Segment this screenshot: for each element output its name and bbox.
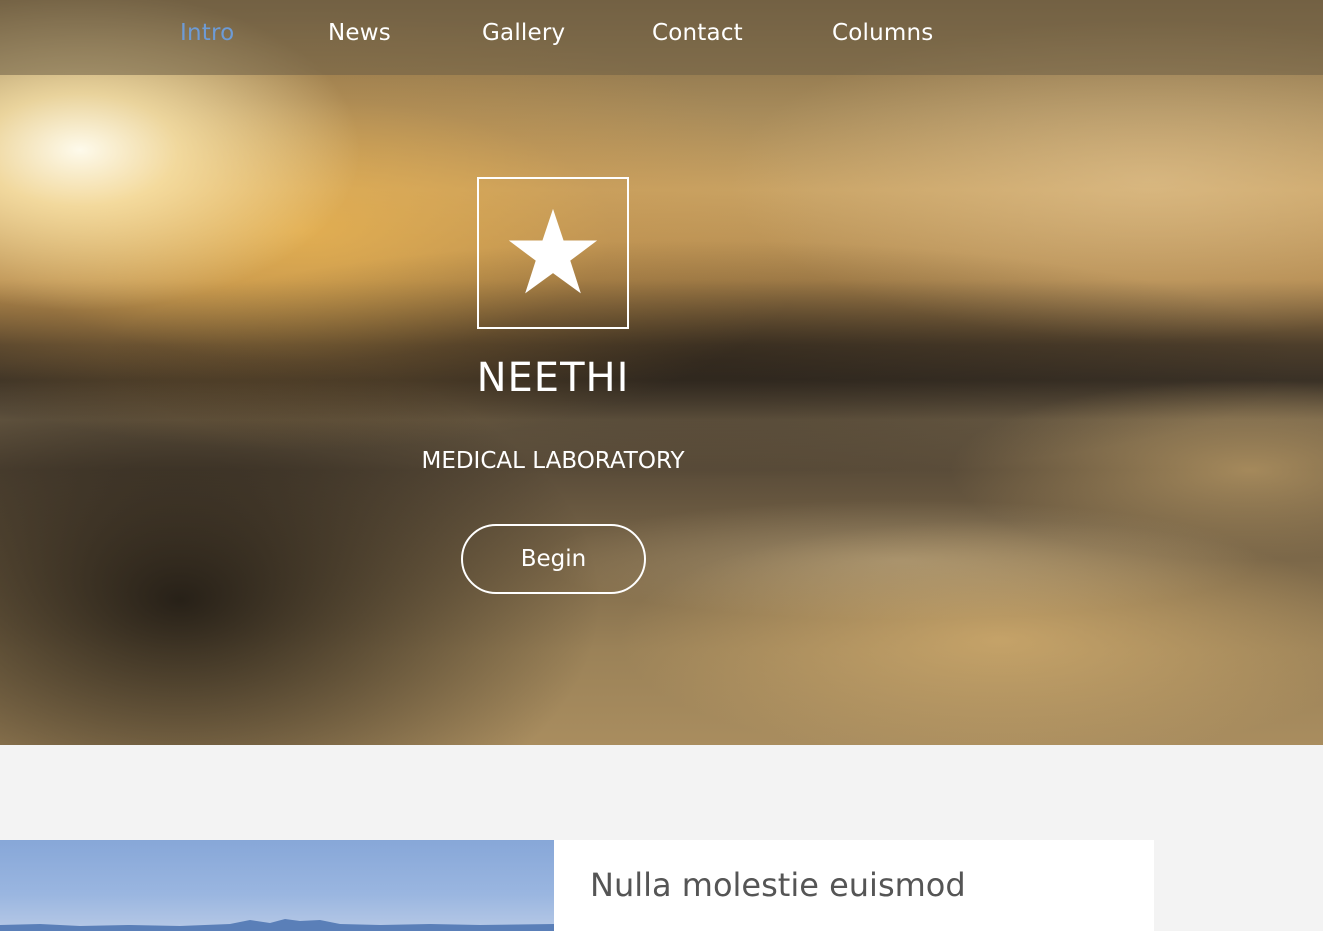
begin-button[interactable]: Begin [461, 524, 646, 594]
top-navigation: Intro News Gallery Contact Columns [0, 0, 1323, 75]
nav-item-news[interactable]: News [328, 20, 391, 46]
logo-box [477, 177, 629, 329]
card-title: Nulla molestie euismod [590, 866, 966, 904]
nav-item-columns[interactable]: Columns [832, 20, 933, 46]
nav-item-contact[interactable]: Contact [652, 20, 743, 46]
nav-item-intro[interactable]: Intro [180, 20, 234, 46]
card-text-panel: Nulla molestie euismod [554, 840, 1154, 931]
mountain-image [0, 919, 554, 931]
card-image [0, 840, 554, 931]
star-icon [508, 208, 598, 294]
site-title: NEETHI [476, 355, 630, 401]
site-subtitle: MEDICAL LABORATORY [421, 448, 685, 474]
nav-item-gallery[interactable]: Gallery [482, 20, 565, 46]
